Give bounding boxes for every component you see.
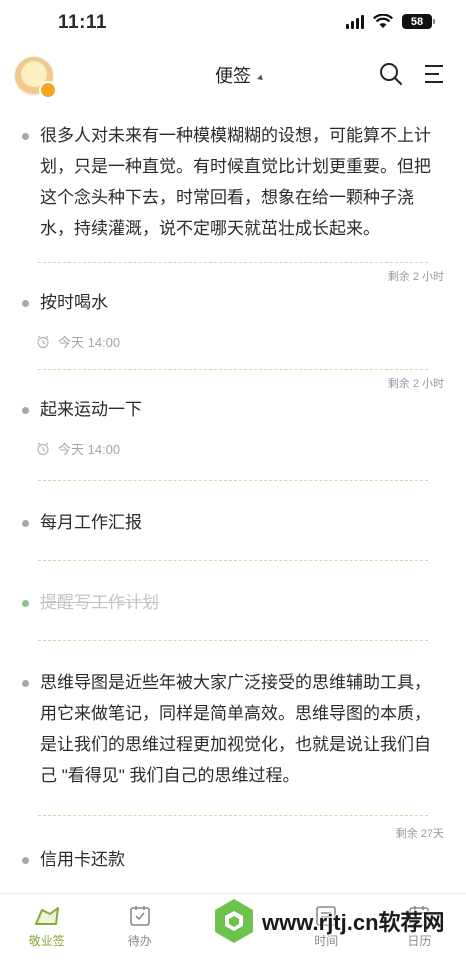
- note-bullet-done: [22, 600, 29, 607]
- app-header: 便签: [0, 46, 466, 106]
- wifi-icon: [373, 14, 393, 28]
- note-item[interactable]: 很多人对未来有一种模模糊糊的设想，可能算不上计划，只是一种直觉。有时候直觉比计划…: [0, 106, 466, 262]
- note-reminder: 今天 14:00: [36, 332, 436, 351]
- note-divider: [38, 369, 428, 370]
- reminder-time: 今天 14:00: [58, 442, 121, 457]
- alarm-clock-icon: [37, 442, 49, 455]
- status-icons: 58: [346, 14, 435, 29]
- note-item[interactable]: 每月工作汇报: [0, 481, 466, 560]
- note-text-done: 提醒写工作计划: [40, 593, 159, 612]
- note-text: 思维导图是近些年被大家广泛接受的思维辅助工具，用它来做笔记，同样是简单高效。思维…: [40, 673, 431, 785]
- note-list: 很多人对未来有一种模模糊糊的设想，可能算不上计划，只是一种直觉。有时候直觉比计划…: [0, 106, 466, 875]
- note-remaining: 剩余 27天: [395, 828, 444, 840]
- note-remaining: 剩余 2 小时: [387, 271, 444, 283]
- note-reminder: 今天 14:00: [36, 439, 436, 458]
- note-divider: [38, 262, 428, 263]
- cellular-signal-icon: [346, 14, 364, 29]
- tab-todo[interactable]: 待办: [93, 894, 186, 966]
- status-bar: 11:11 58: [0, 0, 466, 46]
- reminder-time: 今天 14:00: [58, 335, 121, 350]
- watermark: www.rjtj.cn软荐网: [212, 896, 466, 946]
- note-text: 每月工作汇报: [40, 513, 142, 532]
- menu-icon[interactable]: [421, 60, 449, 88]
- alarm-clock-icon: [37, 335, 49, 348]
- note-item[interactable]: 思维导图是近些年被大家广泛接受的思维辅助工具，用它来做笔记，同样是简单高效。思维…: [0, 641, 466, 815]
- note-text: 起来运动一下: [40, 400, 142, 419]
- note-bullet: [22, 857, 29, 864]
- tab-label: 待办: [127, 934, 152, 948]
- note-bullet: [22, 407, 29, 414]
- battery-icon: 58: [402, 14, 435, 29]
- todo-icon: [129, 906, 150, 926]
- note-divider: [38, 815, 428, 816]
- note-item[interactable]: 提醒写工作计划: [0, 561, 466, 640]
- note-text: 信用卡还款: [40, 850, 125, 869]
- watermark-logo-icon: [215, 899, 253, 943]
- note-remaining: 剩余 2 小时: [387, 378, 444, 390]
- note-item[interactable]: 信用卡还款: [0, 844, 466, 875]
- note-bullet: [22, 133, 29, 140]
- note-text: 按时喝水: [40, 293, 108, 312]
- tab-notes[interactable]: 敬业签: [0, 894, 93, 966]
- note-item[interactable]: 起来运动一下 今天 14:00: [0, 394, 466, 480]
- note-bullet: [22, 520, 29, 527]
- note-bullet: [22, 300, 29, 307]
- note-text: 很多人对未来有一种模模糊糊的设想，可能算不上计划，只是一种直觉。有时候直觉比计划…: [40, 126, 431, 238]
- status-time: 11:11: [58, 12, 107, 33]
- notes-icon: [34, 907, 59, 925]
- search-icon[interactable]: [377, 60, 405, 88]
- note-item[interactable]: 按时喝水 今天 14:00: [0, 287, 466, 369]
- tab-label: 敬业签: [28, 934, 65, 948]
- watermark-text: www.rjtj.cn软荐网: [262, 910, 445, 935]
- note-bullet: [22, 680, 29, 687]
